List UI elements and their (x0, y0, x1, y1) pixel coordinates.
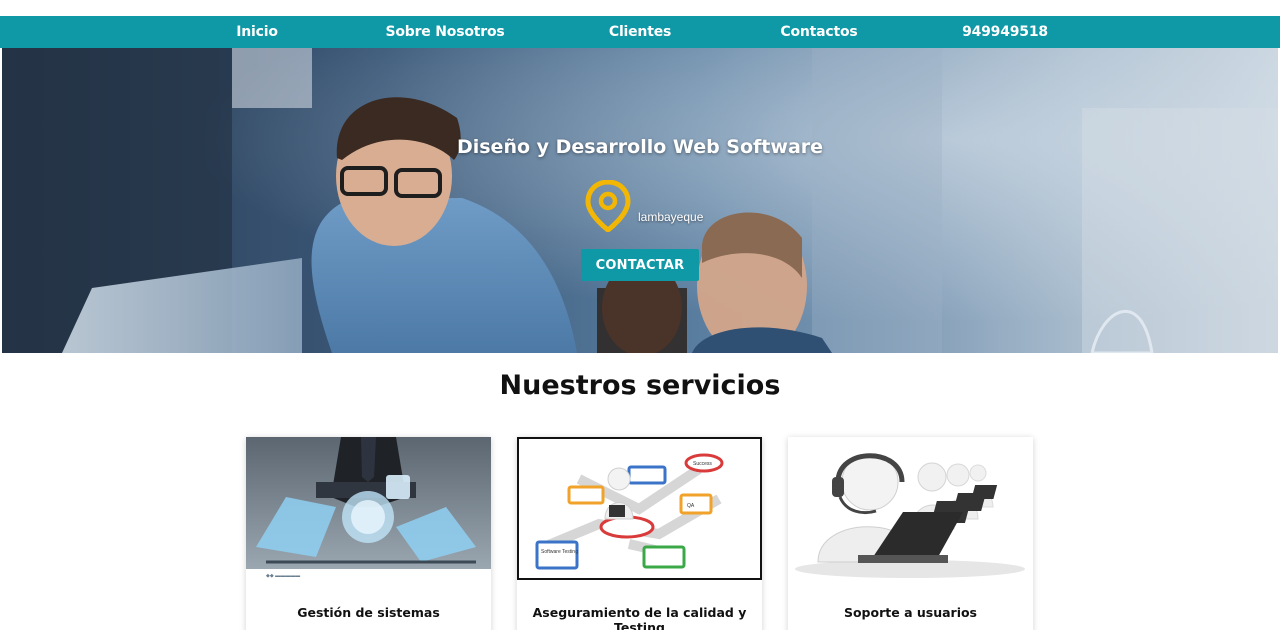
diagram-label-success: Success (693, 461, 712, 467)
service-card-gestion[interactable]: ◆◆ ▬▬▬▬▬ Gestión de sistemas (246, 437, 491, 630)
service-card-title: Aseguramiento de la calidad y Testing (532, 605, 747, 630)
diagram-label-software: Software Testing (541, 549, 578, 555)
support-agents-headset-image (788, 437, 1033, 580)
svg-text:◆◆ ▬▬▬▬▬: ◆◆ ▬▬▬▬▬ (266, 573, 300, 579)
diagram-label-qa: QA (687, 503, 695, 509)
hero-background-office-photo (2, 48, 1278, 353)
service-card-title: Soporte a usuarios (843, 605, 978, 620)
top-navigation: Inicio Sobre Nosotros Clientes Contactos… (0, 16, 1280, 48)
business-technology-image: ◆◆ ▬▬▬▬▬ (246, 437, 491, 580)
map-pin-icon (585, 180, 631, 232)
contact-button[interactable]: CONTACTAR (581, 249, 699, 281)
nav-link-clientes[interactable]: Clientes (609, 16, 671, 48)
services-heading: Nuestros servicios (499, 370, 781, 401)
service-card-testing[interactable]: Software Testing QA Success Aseguramient… (517, 437, 762, 630)
hero-banner: Diseño y Desarrollo Web Software lambaye… (2, 48, 1278, 353)
service-card-title: Gestión de sistemas (297, 605, 440, 620)
hero-title: Diseño y Desarrollo Web Software (456, 136, 824, 158)
location-label: lambayeque (638, 210, 704, 224)
nav-link-contactos[interactable]: Contactos (780, 16, 857, 48)
nav-link-sobre-nosotros[interactable]: Sobre Nosotros (385, 16, 504, 48)
software-testing-diagram-image: Software Testing QA Success (517, 437, 762, 580)
service-card-soporte[interactable]: Soporte a usuarios (788, 437, 1033, 630)
nav-link-inicio[interactable]: Inicio (236, 16, 278, 48)
nav-phone-number[interactable]: 949949518 (962, 16, 1048, 48)
